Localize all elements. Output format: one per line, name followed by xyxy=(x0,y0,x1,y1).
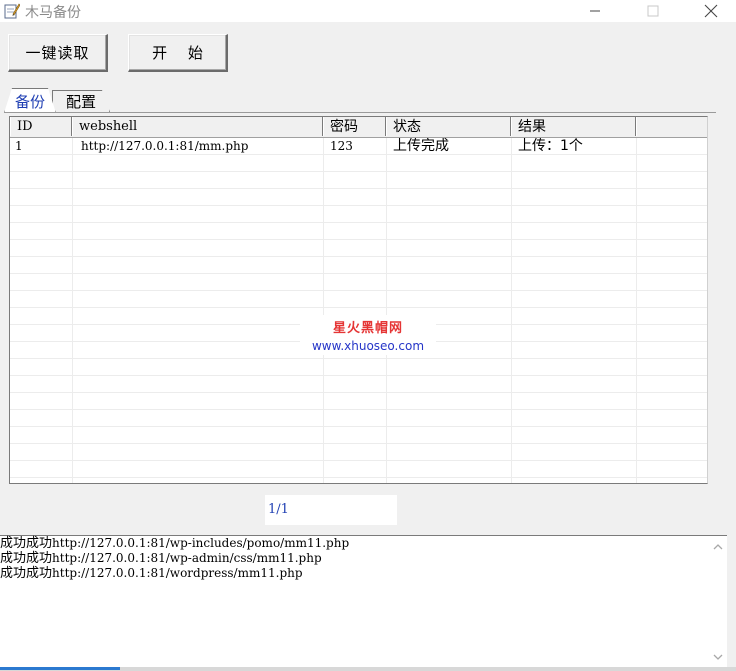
bottom-accent xyxy=(0,667,120,670)
column-header-extra[interactable] xyxy=(636,117,707,136)
table-row[interactable] xyxy=(10,376,707,393)
page-indicator: 1/1 xyxy=(265,495,397,525)
table-row[interactable] xyxy=(10,393,707,410)
cell-webshell: http://127.0.0.1:81/mm.php xyxy=(81,139,249,153)
watermark-title: 星火黑帽网 xyxy=(332,321,403,336)
table-row[interactable]: 1 http://127.0.0.1:81/mm.php 123 上传完成 上传… xyxy=(10,138,707,155)
cell-id: 1 xyxy=(15,139,23,153)
backup-list-grid[interactable]: ID webshell 密码 状态 结果 1 http://127.0.0.1:… xyxy=(9,116,708,484)
grid-header: ID webshell 密码 状态 结果 xyxy=(10,117,707,138)
log-prefix: 成功成功 xyxy=(0,536,53,551)
log-url: http://127.0.0.1:81/wp-includes/pomo/mm1… xyxy=(52,536,350,550)
table-row[interactable] xyxy=(10,427,707,444)
cell-password: 123 xyxy=(330,139,353,153)
close-icon xyxy=(704,4,718,18)
table-row[interactable] xyxy=(10,274,707,291)
log-line: 成功成功http://127.0.0.1:81/wordpress/mm11.p… xyxy=(0,566,727,581)
log-line: 成功成功http://127.0.0.1:81/wp-admin/css/mm1… xyxy=(0,551,727,566)
column-header-result[interactable]: 结果 xyxy=(511,117,636,136)
maximize-icon xyxy=(647,5,659,17)
table-row[interactable] xyxy=(10,257,707,274)
minimize-icon xyxy=(590,10,600,12)
table-row[interactable] xyxy=(10,189,707,206)
one-click-read-button[interactable]: 一键读取 xyxy=(8,34,108,72)
table-row[interactable] xyxy=(10,478,707,483)
chevron-up-icon xyxy=(713,544,722,550)
tab-backup[interactable]: 备份 xyxy=(4,88,56,113)
table-row[interactable] xyxy=(10,291,707,308)
table-row[interactable] xyxy=(10,240,707,257)
log-output[interactable]: 成功成功http://127.0.0.1:81/wp-includes/pomo… xyxy=(0,535,727,669)
watermark: 星火黑帽网 www.xhuoseo.com xyxy=(300,315,436,355)
log-scrollbar[interactable] xyxy=(708,536,727,668)
table-row[interactable] xyxy=(10,410,707,427)
chevron-down-icon xyxy=(713,654,722,660)
log-prefix: 成功成功 xyxy=(0,566,53,581)
close-button[interactable] xyxy=(688,0,734,22)
log-line: 成功成功http://127.0.0.1:81/wp-includes/pomo… xyxy=(0,536,727,551)
tab-config[interactable]: 配置 xyxy=(52,90,110,112)
pencil-notepad-icon xyxy=(4,3,20,19)
table-row[interactable] xyxy=(10,206,707,223)
log-url: http://127.0.0.1:81/wordpress/mm11.php xyxy=(52,566,303,580)
watermark-url: www.xhuoseo.com xyxy=(311,339,425,353)
table-row[interactable] xyxy=(10,359,707,376)
grid-rows: 1 http://127.0.0.1:81/mm.php 123 上传完成 上传… xyxy=(10,138,707,483)
scroll-up-button[interactable] xyxy=(708,538,727,556)
window-title: 木马备份 xyxy=(25,5,81,21)
table-row[interactable] xyxy=(10,172,707,189)
cell-status: 上传完成 xyxy=(393,138,449,154)
column-header-id[interactable]: ID xyxy=(10,117,72,136)
table-row[interactable] xyxy=(10,444,707,461)
log-url: http://127.0.0.1:81/wp-admin/css/mm11.ph… xyxy=(52,551,322,565)
title-bar: 木马备份 xyxy=(0,0,736,22)
cell-result: 上传：1个 xyxy=(518,138,583,154)
scroll-down-button[interactable] xyxy=(708,648,727,666)
column-header-status[interactable]: 状态 xyxy=(386,117,511,136)
start-button[interactable]: 开 始 xyxy=(128,34,228,72)
log-prefix: 成功成功 xyxy=(0,551,53,566)
minimize-button[interactable] xyxy=(572,0,618,22)
table-row[interactable] xyxy=(10,155,707,172)
table-row[interactable] xyxy=(10,461,707,478)
column-header-webshell[interactable]: webshell xyxy=(72,117,323,136)
column-header-password[interactable]: 密码 xyxy=(323,117,386,136)
table-row[interactable] xyxy=(10,223,707,240)
maximize-button[interactable] xyxy=(630,0,676,22)
